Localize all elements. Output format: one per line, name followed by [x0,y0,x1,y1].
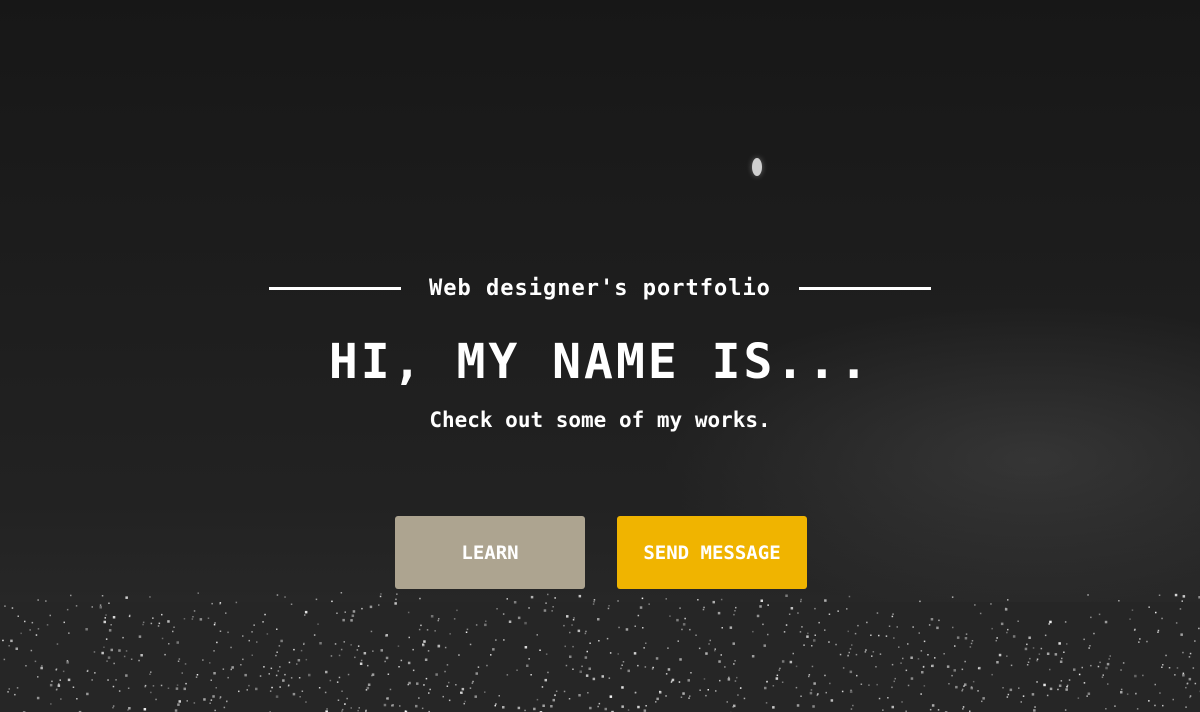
portfolio-kicker: Web designer's portfolio [429,275,771,301]
hero-headline: HI, MY NAME IS... [328,334,872,390]
learn-button[interactable]: LEARN [395,516,585,589]
send-message-button[interactable]: SEND MESSAGE [617,516,807,589]
kicker-row: Web designer's portfolio [0,270,1200,306]
hero-subline: Check out some of my works. [429,408,771,432]
left-divider-line [269,286,402,290]
city-lights-background [0,592,1200,712]
right-divider-line [798,286,931,290]
moon-icon [752,158,762,176]
hero-section: Web designer's portfolio HI, MY NAME IS.… [0,0,1200,712]
